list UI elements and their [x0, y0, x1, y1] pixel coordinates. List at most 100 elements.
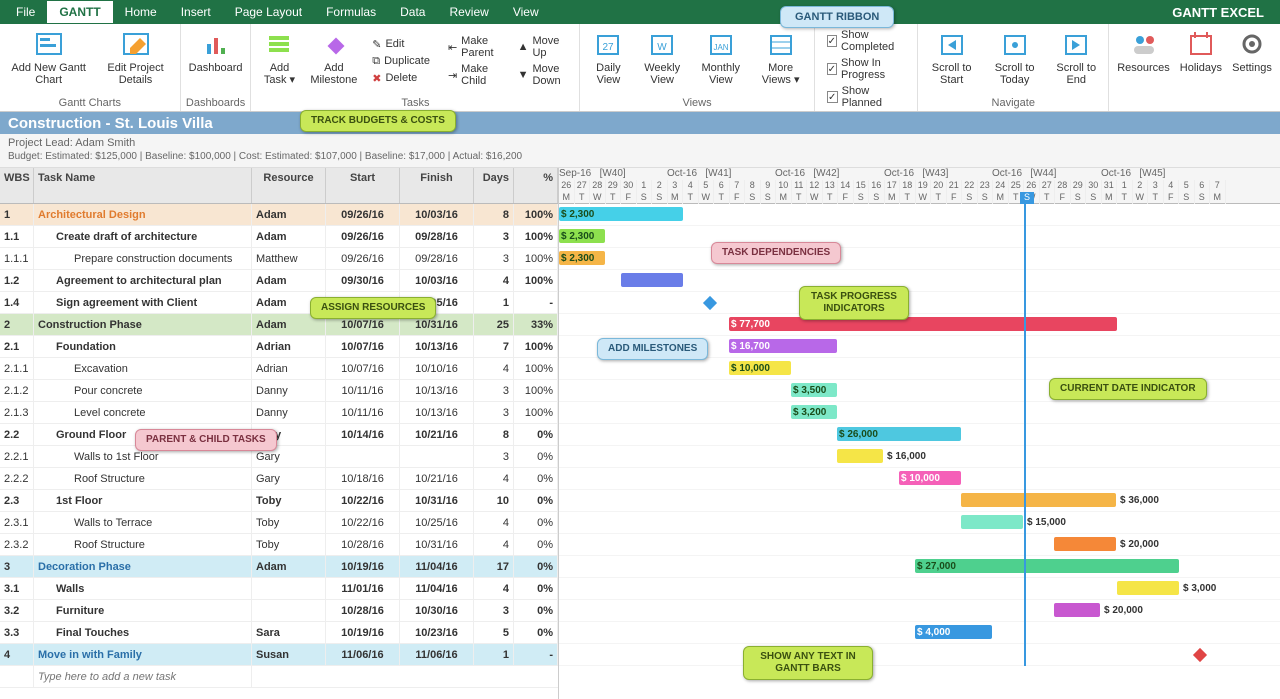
- chart-row: $ 3,000: [559, 578, 1280, 600]
- gantt-bar[interactable]: $ 2,300: [559, 251, 605, 265]
- task-row[interactable]: 1.2Agreement to architectural planAdam09…: [0, 270, 558, 292]
- move-down-item[interactable]: ▼Move Down: [516, 62, 570, 88]
- col-days[interactable]: Days: [474, 168, 514, 203]
- svg-text:27: 27: [603, 42, 615, 53]
- col-finish[interactable]: Finish: [400, 168, 474, 203]
- daily-view-button[interactable]: 27Daily View: [584, 26, 632, 96]
- today-line: [1024, 204, 1026, 666]
- gantt-bar[interactable]: $ 27,000: [915, 559, 1179, 573]
- task-row[interactable]: 2.3.1Walls to TerraceToby10/22/1610/25/1…: [0, 512, 558, 534]
- menu-review[interactable]: Review: [437, 1, 500, 23]
- task-row[interactable]: 3.1Walls11/01/1611/04/1640%: [0, 578, 558, 600]
- task-row[interactable]: 2.1.1ExcavationAdrian10/07/1610/10/16410…: [0, 358, 558, 380]
- scroll-end-button[interactable]: Scroll to End: [1048, 26, 1104, 96]
- menu-data[interactable]: Data: [388, 1, 437, 23]
- task-row[interactable]: 1.1Create draft of architectureAdam09/26…: [0, 226, 558, 248]
- task-row[interactable]: 4Move in with FamilySusan11/06/1611/06/1…: [0, 644, 558, 666]
- gantt-bar[interactable]: $ 3,200: [791, 405, 837, 419]
- task-row[interactable]: 1Architectural DesignAdam09/26/1610/03/1…: [0, 204, 558, 226]
- callout-deps: TASK DEPENDENCIES: [711, 242, 841, 264]
- dashboard-button[interactable]: Dashboard: [185, 26, 247, 96]
- milestone-diamond[interactable]: [1193, 648, 1207, 662]
- add-milestone-button[interactable]: Add Milestone: [305, 26, 362, 96]
- task-row[interactable]: 3.2Furniture10/28/1610/30/1630%: [0, 600, 558, 622]
- make-parent-item[interactable]: ⇤Make Parent: [446, 34, 502, 60]
- gantt-bar[interactable]: $ 20,000: [1054, 537, 1116, 551]
- add-task-button[interactable]: Add Task ▾: [255, 26, 303, 96]
- task-row[interactable]: 2.2.2Roof StructureGary10/18/1610/21/164…: [0, 468, 558, 490]
- show-planned-check[interactable]: ✓Show Planned: [825, 84, 908, 110]
- add-new-gantt-button[interactable]: Add New Gantt Chart: [4, 26, 93, 96]
- menu-formulas[interactable]: Formulas: [314, 1, 388, 23]
- column-headers: WBS Task Name Resource Start Finish Days…: [0, 168, 558, 204]
- menu-page-layout[interactable]: Page Layout: [223, 1, 314, 23]
- gantt-bar[interactable]: $ 2,300: [559, 229, 605, 243]
- group-gantt-charts: Add New Gantt Chart Edit Project Details…: [0, 24, 181, 111]
- gantt-bar[interactable]: $ 3,000: [1117, 581, 1179, 595]
- group-views: 27Daily View WWeekly View JANMonthly Vie…: [580, 24, 814, 111]
- more-views-button[interactable]: More Views ▾: [752, 26, 810, 96]
- edit-task-item[interactable]: ✎Edit: [370, 37, 432, 52]
- settings-button[interactable]: Settings: [1228, 26, 1276, 96]
- task-row[interactable]: 3.3Final TouchesSara10/19/1610/23/1650%: [0, 622, 558, 644]
- scroll-start-button[interactable]: Scroll to Start: [922, 26, 981, 96]
- gantt-bar[interactable]: [621, 273, 683, 287]
- col-res[interactable]: Resource: [252, 168, 326, 203]
- gantt-bar[interactable]: $ 3,500: [791, 383, 837, 397]
- task-row[interactable]: 1.4Sign agreement with ClientAdam10/05/1…: [0, 292, 558, 314]
- col-wbs[interactable]: WBS: [0, 168, 34, 203]
- move-up-item[interactable]: ▲Move Up: [516, 34, 570, 60]
- col-task[interactable]: Task Name: [34, 168, 252, 203]
- menu-view[interactable]: View: [501, 1, 551, 23]
- holidays-button[interactable]: Holidays: [1176, 26, 1226, 96]
- gantt-bar[interactable]: $ 20,000: [1054, 603, 1100, 617]
- col-start[interactable]: Start: [326, 168, 400, 203]
- edit-project-button[interactable]: Edit Project Details: [95, 26, 175, 96]
- gantt-bar[interactable]: $ 4,000: [915, 625, 992, 639]
- chart-row: [559, 292, 1280, 314]
- gantt-bar[interactable]: $ 2,300: [559, 207, 683, 221]
- weekly-view-button[interactable]: WWeekly View: [634, 26, 690, 96]
- chart-row: $ 27,000: [559, 556, 1280, 578]
- gantt-bar[interactable]: $ 10,000: [899, 471, 961, 485]
- menu-file[interactable]: File: [4, 1, 47, 23]
- chart-row: [559, 270, 1280, 292]
- make-child-item[interactable]: ⇥Make Child: [446, 62, 502, 88]
- col-pct[interactable]: %: [514, 168, 558, 203]
- resources-button[interactable]: Resources: [1113, 26, 1174, 96]
- group-dashboards: Dashboard Dashboards: [181, 24, 252, 111]
- new-task-input[interactable]: [38, 671, 247, 683]
- gantt-bar[interactable]: $ 16,700: [729, 339, 837, 353]
- duplicate-task-item[interactable]: ⧉Duplicate: [370, 54, 432, 69]
- gantt-bar[interactable]: $ 15,000: [961, 515, 1023, 529]
- gantt-bar[interactable]: $ 26,000: [837, 427, 961, 441]
- menu-gantt[interactable]: GANTT: [47, 1, 112, 23]
- task-row[interactable]: 2.2.1Walls to 1st FloorGary30%: [0, 446, 558, 468]
- menu-home[interactable]: Home: [113, 1, 169, 23]
- gantt-bar[interactable]: $ 16,000: [837, 449, 883, 463]
- task-row[interactable]: 2.3.2Roof StructureToby10/28/1610/31/164…: [0, 534, 558, 556]
- callout-progress: TASK PROGRESS INDICATORS: [799, 286, 909, 320]
- delete-task-item[interactable]: ✖Delete: [370, 71, 432, 86]
- callout-milestones: ADD MILESTONES: [597, 338, 708, 360]
- gantt-bar[interactable]: $ 10,000: [729, 361, 791, 375]
- show-inprogress-check[interactable]: ✓Show In Progress: [825, 56, 908, 82]
- task-row[interactable]: 2.31st FloorToby10/22/1610/31/16100%: [0, 490, 558, 512]
- task-row[interactable]: 2.1.3Level concreteDanny10/11/1610/13/16…: [0, 402, 558, 424]
- monthly-view-button[interactable]: JANMonthly View: [692, 26, 750, 96]
- task-row[interactable]: 2.2Ground FloorGary10/14/1610/21/1680%: [0, 424, 558, 446]
- task-row[interactable]: 1.1.1Prepare construction documentsMatth…: [0, 248, 558, 270]
- group-tasks: Add Task ▾ Add Milestone ✎Edit ⧉Duplicat…: [251, 24, 580, 111]
- chart-row: $ 3,200: [559, 402, 1280, 424]
- task-row[interactable]: 2Construction PhaseAdam10/07/1610/31/162…: [0, 314, 558, 336]
- show-completed-check[interactable]: ✓Show Completed: [825, 28, 908, 54]
- gantt-bar[interactable]: $ 36,000: [961, 493, 1116, 507]
- new-task-row[interactable]: [0, 666, 558, 688]
- task-row[interactable]: 2.1.2Pour concreteDanny10/11/1610/13/163…: [0, 380, 558, 402]
- scroll-today-button[interactable]: Scroll to Today: [983, 26, 1046, 96]
- task-row[interactable]: 2.1FoundationAdrian10/07/1610/13/167100%: [0, 336, 558, 358]
- gantt-bar[interactable]: $ 77,700: [729, 317, 1117, 331]
- menu-insert[interactable]: Insert: [169, 1, 223, 23]
- task-row[interactable]: 3Decoration PhaseAdam10/19/1611/04/16170…: [0, 556, 558, 578]
- milestone-diamond[interactable]: [703, 296, 717, 310]
